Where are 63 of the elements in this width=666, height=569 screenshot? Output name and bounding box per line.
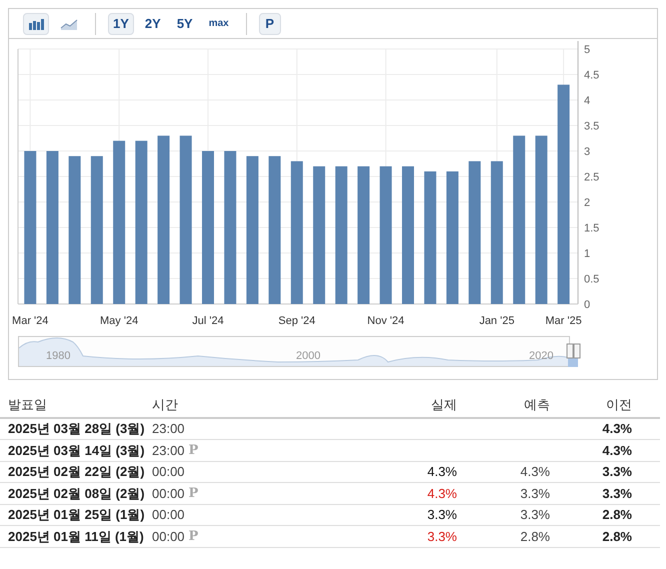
- navigator-year-label: 1980: [46, 349, 70, 364]
- axis-tick-label: 3.5: [584, 120, 600, 132]
- actual-value: 4.3%: [427, 464, 457, 479]
- axis-tick-label: 5: [584, 44, 590, 56]
- navigator-year-label: 2000: [296, 349, 320, 364]
- previous-value: 4.3%: [602, 442, 632, 458]
- axis-tick-label: 2.5: [584, 172, 600, 184]
- preliminary-icon: P: [188, 526, 198, 546]
- previous-value: 4.3%: [602, 421, 632, 436]
- bar-chart-icon: [28, 18, 44, 30]
- range-button[interactable]: 2Y: [140, 12, 166, 34]
- release-date: 2025년 03월 28일 (3월): [8, 421, 145, 436]
- forecast-value: 3.3%: [520, 486, 550, 500]
- previous-value: 3.3%: [602, 486, 632, 500]
- previous-value: 2.8%: [602, 528, 632, 544]
- axis-tick-label: Sep '24: [278, 315, 316, 327]
- axis-tick-label: 3: [584, 146, 590, 158]
- chart-type-button[interactable]: [23, 12, 49, 34]
- preliminary-toggle[interactable]: P: [258, 12, 281, 34]
- axis-tick-label: 1: [584, 248, 590, 260]
- axis-tick-label: May '24: [100, 315, 138, 327]
- range-button[interactable]: max: [204, 12, 234, 34]
- column-header: 실제: [382, 392, 457, 418]
- range-button[interactable]: 5Y: [172, 12, 198, 34]
- axis-tick-label: 4: [584, 95, 590, 107]
- column-header: 시간: [152, 392, 382, 418]
- axis-tick-label: Mar '25: [545, 315, 582, 327]
- release-time: 00:00: [152, 528, 185, 546]
- axis-tick-label: 0.5: [584, 274, 600, 286]
- release-time: 00:00: [152, 463, 185, 481]
- axis-tick-label: 1.5: [584, 222, 600, 234]
- release-date: 2025년 01월 25일 (1월): [8, 507, 145, 522]
- actual-value: 4.3%: [427, 486, 457, 500]
- axis-tick-label: 0: [584, 299, 590, 311]
- axis-tick-label: Jul '24: [192, 315, 224, 327]
- release-date: 2025년 03월 14일 (3월): [8, 442, 145, 458]
- preliminary-icon: P: [188, 440, 198, 460]
- release-time: 23:00: [152, 420, 185, 438]
- release-date: 2025년 01월 11일 (1월): [8, 528, 144, 544]
- area-chart-icon: [60, 18, 78, 30]
- column-header: 이전: [550, 392, 660, 418]
- actual-value: 3.3%: [427, 528, 457, 544]
- preliminary-icon: P: [188, 484, 198, 503]
- axis-tick-label: Jan '25: [479, 315, 514, 327]
- axis-tick-label: Nov '24: [367, 315, 404, 327]
- actual-value: 3.3%: [427, 507, 457, 522]
- range-button[interactable]: 1Y: [108, 12, 134, 34]
- navigator-year-label: 2020: [529, 349, 554, 364]
- forecast-value: 4.3%: [520, 464, 550, 479]
- previous-value: 2.8%: [602, 507, 632, 522]
- forecast-value: 3.3%: [520, 507, 550, 522]
- column-header: 발표일: [0, 392, 152, 418]
- release-time: 00:00: [152, 506, 185, 524]
- release-date: 2025년 02월 22일 (2월): [8, 464, 145, 479]
- release-date: 2025년 02월 08일 (2월): [8, 486, 145, 500]
- previous-value: 3.3%: [602, 464, 632, 479]
- axis-tick-label: Mar '24: [12, 315, 48, 327]
- release-time: 23:00: [152, 442, 185, 460]
- forecast-value: 2.8%: [520, 528, 550, 544]
- column-header: 예측: [457, 392, 550, 418]
- axis-tick-label: 2: [584, 197, 590, 209]
- release-time: 00:00: [152, 484, 185, 502]
- axis-tick-label: 4.5: [584, 70, 600, 82]
